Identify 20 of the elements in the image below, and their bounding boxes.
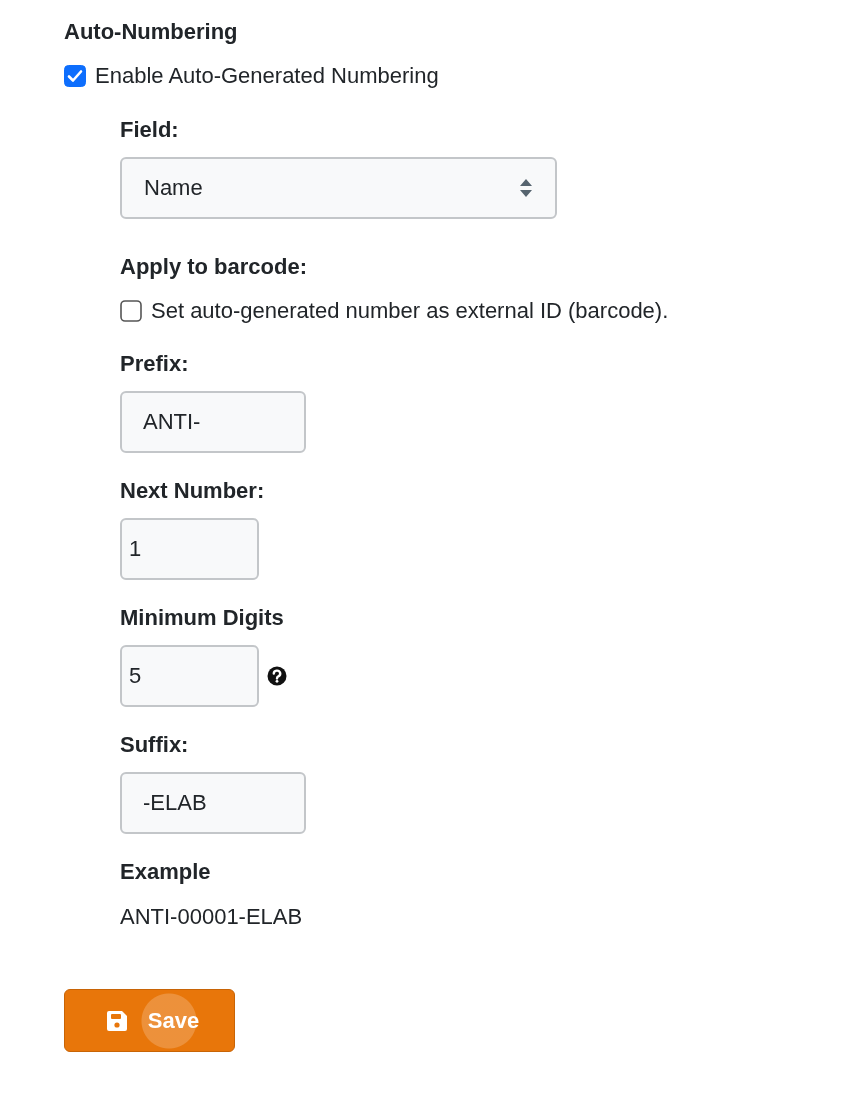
checkbox[interactable] — [64, 65, 86, 87]
section-heading: Auto-Numbering — [64, 18, 239, 46]
help-icon[interactable] — [267, 666, 287, 686]
field-label: Prefix: — [120, 350, 189, 378]
field-label: Field: — [120, 116, 179, 144]
field-label: Suffix: — [120, 731, 189, 759]
field-label: Next Number: — [120, 477, 265, 505]
field-label: Apply to barcode: — [120, 253, 307, 281]
text-field[interactable]: ANTI- — [120, 391, 306, 453]
select-field[interactable]: Name — [120, 157, 557, 219]
field-label: Example — [120, 858, 211, 886]
example-value: ANTI-00001-ELAB — [120, 903, 303, 931]
checkbox-label: Enable Auto-Generated Numbering — [95, 62, 439, 90]
checkbox-label: Set auto-generated number as external ID (barcode). — [151, 297, 669, 325]
sort-arrows-icon — [519, 178, 533, 198]
number-field[interactable]: 1 — [120, 518, 259, 580]
field-label: Minimum Digits — [120, 604, 284, 632]
checkbox[interactable] — [120, 300, 142, 322]
text-field[interactable]: -ELAB — [120, 772, 306, 834]
number-field[interactable]: 5 — [120, 645, 259, 707]
